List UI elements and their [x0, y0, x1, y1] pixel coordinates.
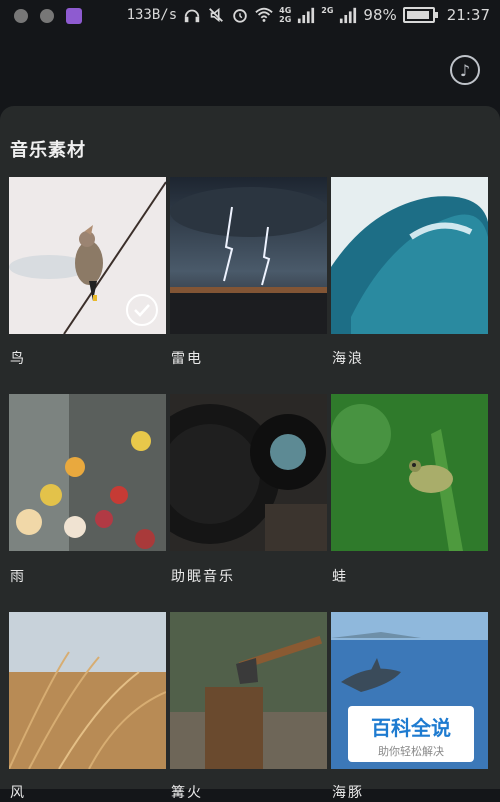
thunder-image [170, 177, 327, 334]
axe-stump-image [170, 612, 327, 769]
wifi-icon [255, 7, 273, 22]
material-label-bird: 鸟 [10, 351, 26, 367]
selected-check-icon [126, 294, 158, 326]
signal-top-label: 4G [279, 6, 292, 15]
material-label-thunder: 雷电 [171, 351, 203, 367]
status-right: 133B/s 4G 2G 2G 98% 21:37 [127, 6, 490, 24]
material-tile-bird[interactable] [9, 177, 166, 334]
material-tile-campfire[interactable] [170, 612, 327, 769]
signal-2g-icon [340, 7, 357, 24]
net-speed: 133B/s [126, 7, 178, 23]
music-material-sheet: 音乐素材 鸟 雷电 海浪 雨 助眠音乐 蛙 风 篝火 海豚 [0, 106, 500, 801]
music-note-button[interactable]: ♪ [450, 55, 480, 85]
music-note-icon: ♪ [459, 60, 471, 80]
battery-text: 98% [363, 6, 397, 24]
clock: 21:37 [446, 6, 490, 24]
material-label-sleep-music: 助眠音乐 [171, 569, 235, 585]
material-label-frog: 蛙 [332, 569, 348, 585]
wave-image [331, 177, 488, 334]
sheet-title: 音乐素材 [10, 140, 86, 161]
status-bar: 133B/s 4G 2G 2G 98% 21:37 [0, 0, 500, 34]
status-left [14, 8, 82, 24]
signal-2g-label: 2G [321, 6, 334, 15]
material-label-dolphin: 海豚 [332, 785, 364, 801]
signal-type-labels: 4G 2G [279, 6, 291, 24]
material-tile-rain[interactable] [9, 394, 166, 551]
frog-image [331, 394, 488, 551]
material-label-campfire: 篝火 [171, 785, 203, 801]
watermark-title: 百科全说 [371, 716, 451, 740]
signal-4g-icon [298, 7, 315, 24]
notification-icon [40, 9, 54, 23]
mute-icon [209, 7, 224, 23]
signal-bottom-label: 2G [279, 15, 292, 24]
wind-image [9, 612, 166, 769]
gallery-icon [66, 8, 82, 24]
material-tile-wind[interactable] [9, 612, 166, 769]
rain-image [9, 394, 166, 551]
alarm-icon [233, 9, 247, 23]
material-tile-frog[interactable] [331, 394, 488, 551]
vinyl-image [170, 394, 327, 551]
material-label-wave: 海浪 [332, 351, 364, 367]
notification-icon [14, 9, 28, 23]
material-tile-wave[interactable] [331, 177, 488, 334]
material-tile-sleep-music[interactable] [170, 394, 327, 551]
material-label-wind: 风 [10, 785, 26, 801]
watermark-logo: 百科全说 助你轻松解决 [348, 706, 474, 762]
material-label-rain: 雨 [10, 569, 26, 585]
battery-icon [402, 7, 438, 23]
headphones-icon [184, 9, 200, 23]
material-tile-thunder[interactable] [170, 177, 327, 334]
watermark-subtitle: 助你轻松解决 [378, 745, 444, 758]
